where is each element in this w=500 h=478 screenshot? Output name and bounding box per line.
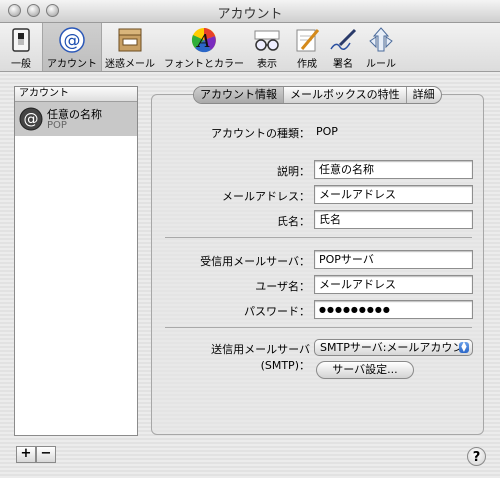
help-button[interactable]: ? xyxy=(467,447,486,466)
email-field[interactable]: メールアドレス xyxy=(314,185,473,204)
email-label: メールアドレス： xyxy=(222,190,310,203)
toolbar-label-rules: ルール xyxy=(366,59,396,70)
toolbar-item-signatures[interactable]: 署名 xyxy=(328,23,358,71)
tab-account-info[interactable]: アカウント情報 xyxy=(194,87,284,103)
remove-account-button[interactable]: − xyxy=(36,446,56,463)
toolbar-label-composing: 作成 xyxy=(297,59,317,70)
toolbar-item-junk-mail[interactable]: 迷惑メール xyxy=(104,23,156,71)
account-list: アカウント @ 任意の名称 POP xyxy=(14,86,138,436)
settings-tabs: アカウント情報 メールボックスの特性 詳細 xyxy=(193,86,442,104)
at-sign-icon: @ xyxy=(59,27,85,53)
full-name-field[interactable]: 氏名 xyxy=(314,210,473,229)
toolbar-label-general: 一般 xyxy=(11,59,31,70)
window-title: アカウント xyxy=(217,7,283,22)
switch-icon xyxy=(12,28,30,52)
tab-advanced[interactable]: 詳細 xyxy=(407,87,441,103)
rules-icon xyxy=(369,27,393,52)
svg-text:A: A xyxy=(196,31,211,52)
toolbar-item-composing[interactable]: 作成 xyxy=(292,23,322,71)
popup-arrows-icon: ▲ ▼ xyxy=(459,341,469,353)
toolbar-item-viewing[interactable]: 表示 xyxy=(252,23,282,71)
separator xyxy=(165,327,472,328)
smtp-label: 送信用メールサーバ (SMTP)： xyxy=(211,343,310,372)
tab-mailbox-behaviors[interactable]: メールボックスの特性 xyxy=(284,87,407,103)
toolbar-item-accounts[interactable]: @ アカウント xyxy=(42,23,102,71)
toolbar-item-fonts-colors[interactable]: A フォントとカラー xyxy=(162,23,246,71)
signature-pen-icon xyxy=(330,28,357,50)
account-type-label: アカウントの種類： xyxy=(211,127,310,140)
toolbar-label-accounts: アカウント xyxy=(47,59,97,70)
account-type-value: POP xyxy=(316,125,338,138)
toolbar-label-junk-mail: 迷惑メール xyxy=(105,59,155,70)
font-color-icon: A xyxy=(191,28,216,53)
account-list-header: アカウント xyxy=(15,87,137,102)
junk-mail-icon xyxy=(118,28,142,52)
description-label: 説明： xyxy=(277,165,310,178)
toolbar-label-signatures: 署名 xyxy=(333,59,353,70)
preferences-toolbar: 一般 @ アカウント 迷惑メール A フォントとカラー 表示 作成 署名 ルール xyxy=(0,23,500,72)
svg-text:@: @ xyxy=(24,110,39,128)
server-settings-button[interactable]: サーバ設定... xyxy=(316,361,414,379)
description-field[interactable]: 任意の名称 xyxy=(314,160,473,179)
username-label: ユーザ名： xyxy=(255,280,310,293)
preferences-window: アカウント 一般 @ アカウント 迷惑メール A フォントとカラー 表示 作成 … xyxy=(0,0,500,478)
toolbar-item-rules[interactable]: ルール xyxy=(364,23,398,71)
toolbar-item-general[interactable]: 一般 xyxy=(6,23,36,71)
toolbar-label-fonts-colors: フォントとカラー xyxy=(164,59,244,70)
account-type: POP xyxy=(47,120,67,131)
full-name-label: 氏名： xyxy=(277,215,310,228)
separator xyxy=(165,237,472,238)
at-sign-icon: @ xyxy=(19,107,43,131)
toolbar-label-viewing: 表示 xyxy=(257,59,277,70)
glasses-icon xyxy=(254,30,280,51)
incoming-server-label: 受信用メールサーバ： xyxy=(200,255,310,268)
add-account-button[interactable]: + xyxy=(16,446,36,463)
svg-text:@: @ xyxy=(64,31,81,51)
smtp-server-value: SMTPサーバ:メールアカウン xyxy=(320,341,464,354)
incoming-server-field[interactable]: POPサーバ xyxy=(314,250,473,269)
smtp-server-popup[interactable]: SMTPサーバ:メールアカウン ▲ ▼ xyxy=(314,339,473,356)
password-label: パスワード： xyxy=(244,305,310,318)
title-bar: アカウント xyxy=(0,0,500,23)
account-list-item[interactable]: @ 任意の名称 POP xyxy=(15,102,137,136)
password-field[interactable]: ●●●●●●●●● xyxy=(314,300,473,319)
username-field[interactable]: メールアドレス xyxy=(314,275,473,294)
compose-pencil-icon xyxy=(296,29,320,52)
